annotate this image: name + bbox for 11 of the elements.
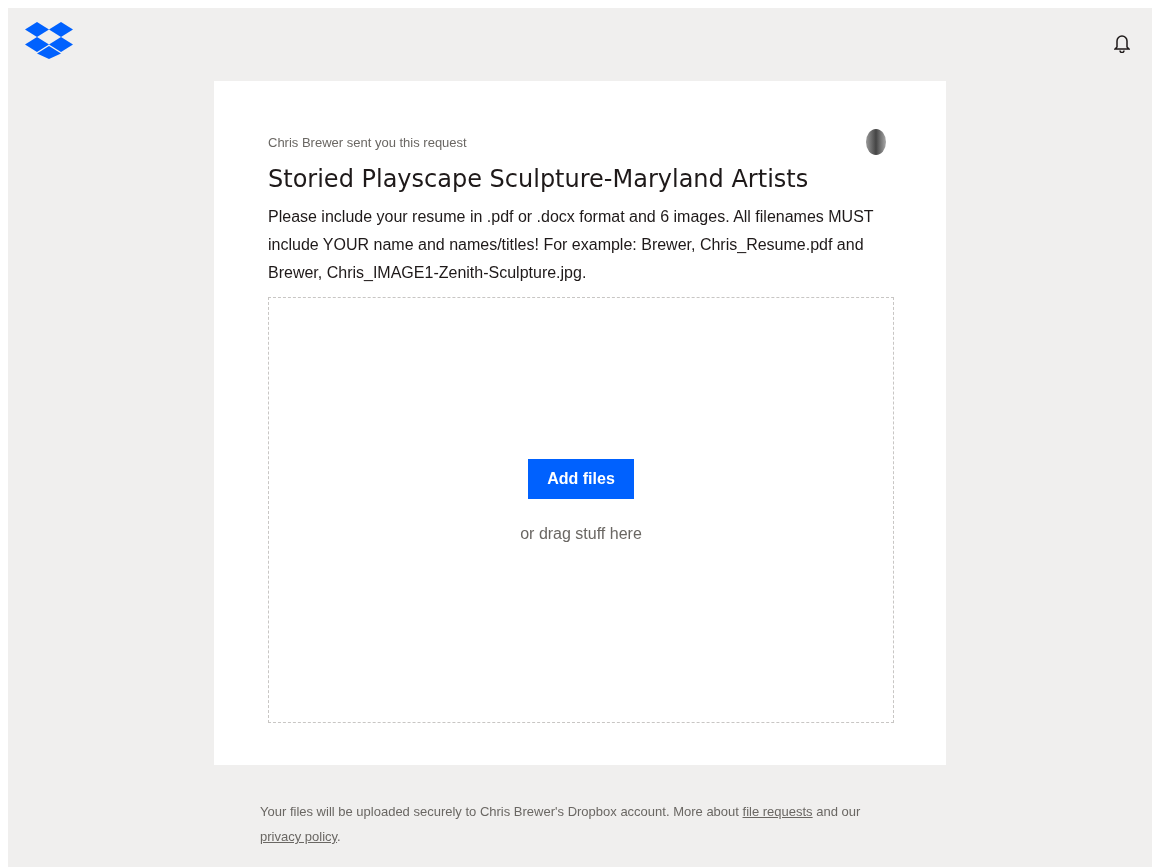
add-files-button[interactable]: Add files bbox=[528, 459, 634, 499]
bell-icon[interactable] bbox=[1114, 34, 1130, 53]
dropbox-logo-icon[interactable] bbox=[25, 22, 73, 59]
request-description: Please include your resume in .pdf or .docx format and 6 images. All filenames MUST include YOUR name and names/titles! For example: Brewer, Chris_Resume.pdf and Brewer, Chris_IMAGE1-Zenith-Sculpture.jpg. bbox=[268, 207, 875, 283]
request-title: Storied Playscape Sculpture-Maryland Artists bbox=[268, 164, 810, 195]
footer-text: Your files will be uploaded securely to Chris Brewer's Dropbox account. More about file requests and our privacy policy. bbox=[260, 803, 862, 846]
file-requests-link[interactable]: file requests bbox=[742, 804, 813, 819]
drop-zone[interactable]: Add files or drag stuff here bbox=[268, 297, 894, 723]
avatar bbox=[866, 129, 886, 155]
drag-hint: or drag stuff here bbox=[520, 525, 642, 543]
sender-text: Chris Brewer sent you this request bbox=[268, 134, 467, 150]
